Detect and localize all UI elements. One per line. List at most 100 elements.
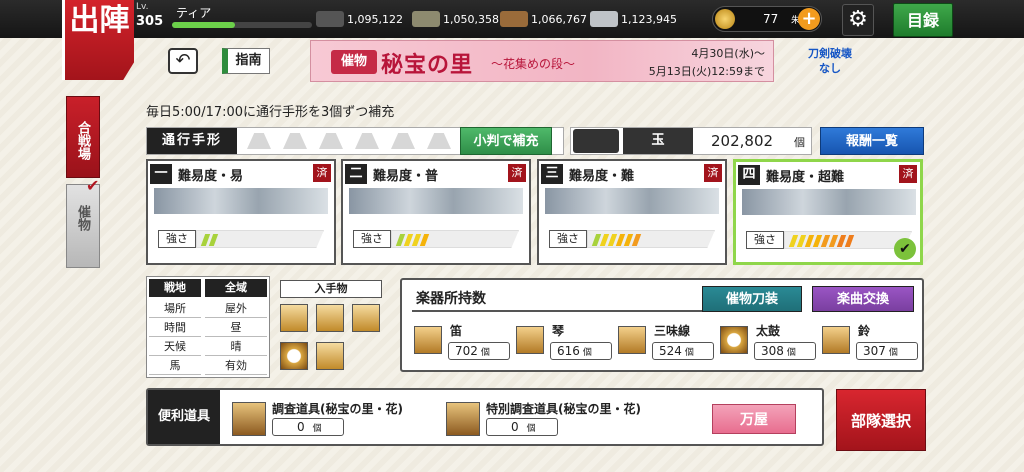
strength-segment (844, 235, 855, 247)
difficulty-card-very-hard[interactable]: 四 難易度・超難 済 強さ ✔ (733, 159, 923, 265)
resource-value: 1,095,122 (347, 12, 403, 26)
instrument-koto: 琴 616 個 (516, 322, 616, 366)
count-value: 0 (297, 420, 305, 434)
flute-drop-icon[interactable] (280, 304, 308, 332)
cleared-badge: 済 (313, 164, 331, 182)
koban-value: 77 (763, 12, 779, 26)
instrument-title: 楽器所持数 (416, 291, 486, 307)
pass-ticket-icon (283, 133, 307, 149)
no-sword-break-line2: なし (819, 62, 841, 75)
count-value: 524 (659, 344, 682, 358)
add-koban-button[interactable]: + (798, 8, 820, 30)
instrument-count: 308 個 (754, 342, 816, 360)
strength-label: 強さ (158, 230, 196, 248)
bell-icon (822, 326, 850, 354)
strength-bar (784, 231, 912, 249)
divider (412, 310, 710, 312)
tamahagane-icon (412, 11, 440, 27)
count-unit: 個 (786, 348, 796, 358)
conditions-key-column: 戦地 場所 時間 天候 馬 (147, 277, 203, 377)
tama-unit: 個 (794, 136, 805, 149)
tool-name: 調査道具(秘宝の里・花) (272, 402, 403, 416)
tab-kassenba[interactable]: 合戦場 (66, 96, 100, 178)
strength-segment (631, 234, 642, 246)
conditions-value-column: 全域 屋外 昼 晴 有効 (203, 277, 269, 377)
instrument-name: 三味線 (654, 324, 691, 338)
event-banner[interactable]: 催物 秘宝の里 〜花集めの段〜 4月30日(水)〜 5月13日(火)12:59ま… (310, 40, 774, 82)
no-sword-break-line1: 刀剣破壊 (808, 47, 852, 60)
refill-with-koban-button[interactable]: 小判で補充 (460, 127, 552, 155)
settings-gear-icon[interactable]: ⚙ (842, 4, 874, 36)
instrument-count: 616 個 (550, 342, 612, 360)
exp-bar-fill (172, 22, 235, 28)
player-name: ティア (176, 6, 212, 20)
strength-label: 強さ (746, 231, 784, 249)
instrument-count: 524 個 (652, 342, 714, 360)
level-value: 305 (136, 14, 164, 29)
resource-tamahagane: 1,050,358 (412, 8, 499, 30)
difficulty-number: 二 (345, 164, 367, 184)
condition-value: 昼 (205, 318, 267, 337)
shamisen-drop-icon[interactable] (352, 304, 380, 332)
strength-bar (587, 230, 715, 248)
resource-charcoal: 1,095,122 (316, 8, 403, 30)
pass-ticket-icon (247, 133, 271, 149)
condition-key: 時間 (149, 318, 201, 337)
condition-value: 屋外 (205, 299, 267, 318)
yorozuya-shop-button[interactable]: 万屋 (712, 404, 796, 434)
squad-select-button[interactable]: 部隊選択 (836, 389, 926, 451)
difficulty-name: 難易度・超難 (766, 170, 845, 185)
taiko-drop-icon[interactable] (280, 342, 308, 370)
guide-button[interactable]: 指南 (222, 48, 270, 74)
count-value: 308 (761, 344, 784, 358)
count-value: 702 (455, 344, 478, 358)
bell-drop-icon[interactable] (316, 342, 344, 370)
exp-bar (172, 22, 312, 28)
count-value: 307 (863, 344, 886, 358)
special-survey-tool[interactable]: 特別調査道具(秘宝の里・花) 0個 (446, 400, 666, 438)
player-level-box: Lv. 305 ティア (136, 2, 256, 36)
page-title: 出陣 (62, 0, 134, 80)
instrument-flute: 笛 702 個 (414, 322, 514, 366)
difficulty-card-easy[interactable]: 一 難易度・易 済 強さ (146, 159, 336, 265)
condition-key: 馬 (149, 356, 201, 375)
tama-label: 玉 (623, 128, 693, 154)
cleared-badge: 済 (508, 164, 526, 182)
strength-segment (208, 234, 219, 246)
koto-drop-icon[interactable] (316, 304, 344, 332)
event-sword-button[interactable]: 催物刀装 (702, 286, 802, 312)
flute-icon (414, 326, 442, 354)
conditions-header: 戦地 (149, 279, 201, 297)
koban-counter: 77 朱 + (712, 6, 822, 32)
reward-list-button[interactable]: 報酬一覧 (820, 127, 924, 155)
difficulty-name: 難易度・易 (178, 169, 244, 184)
tools-label: 便利道具 (148, 390, 220, 444)
pass-ticket-icon (355, 133, 379, 149)
tab-saimotsu[interactable]: 催物 (66, 184, 100, 268)
difficulty-card-normal[interactable]: 二 難易度・普 済 強さ (341, 159, 531, 265)
checkmark-icon: ✔ (86, 176, 100, 195)
back-button[interactable]: ↶ (168, 48, 198, 74)
strength-bar (391, 230, 519, 248)
cleared-badge: 済 (899, 165, 917, 183)
count-unit: 個 (684, 348, 694, 358)
difficulty-name: 難易度・普 (373, 169, 439, 184)
difficulty-map-image (154, 188, 328, 214)
difficulty-number: 一 (150, 164, 172, 184)
charcoal-icon (316, 11, 344, 27)
strength-segment (419, 234, 430, 246)
instrument-name: 太鼓 (756, 324, 781, 338)
shamisen-icon (618, 326, 646, 354)
difficulty-card-hard[interactable]: 三 難易度・難 済 強さ (537, 159, 727, 265)
koban-coin-icon (715, 9, 735, 29)
instrument-inventory: 楽器所持数 催物刀装 楽曲交換 笛 702 個 琴 616 個 三味線 524 個 太… (400, 278, 924, 372)
selected-check-icon: ✔ (894, 238, 916, 260)
menu-button[interactable]: 目録 (893, 3, 953, 37)
event-title: 秘宝の里 (381, 52, 474, 78)
instrument-bell: 鈴 307 個 (822, 322, 922, 366)
survey-tool[interactable]: 調査道具(秘宝の里・花) 0個 (232, 400, 452, 438)
difficulty-map-image (545, 188, 719, 214)
taiko-icon (720, 326, 748, 354)
count-unit: 個 (526, 424, 536, 434)
music-exchange-button[interactable]: 楽曲交換 (812, 286, 914, 312)
